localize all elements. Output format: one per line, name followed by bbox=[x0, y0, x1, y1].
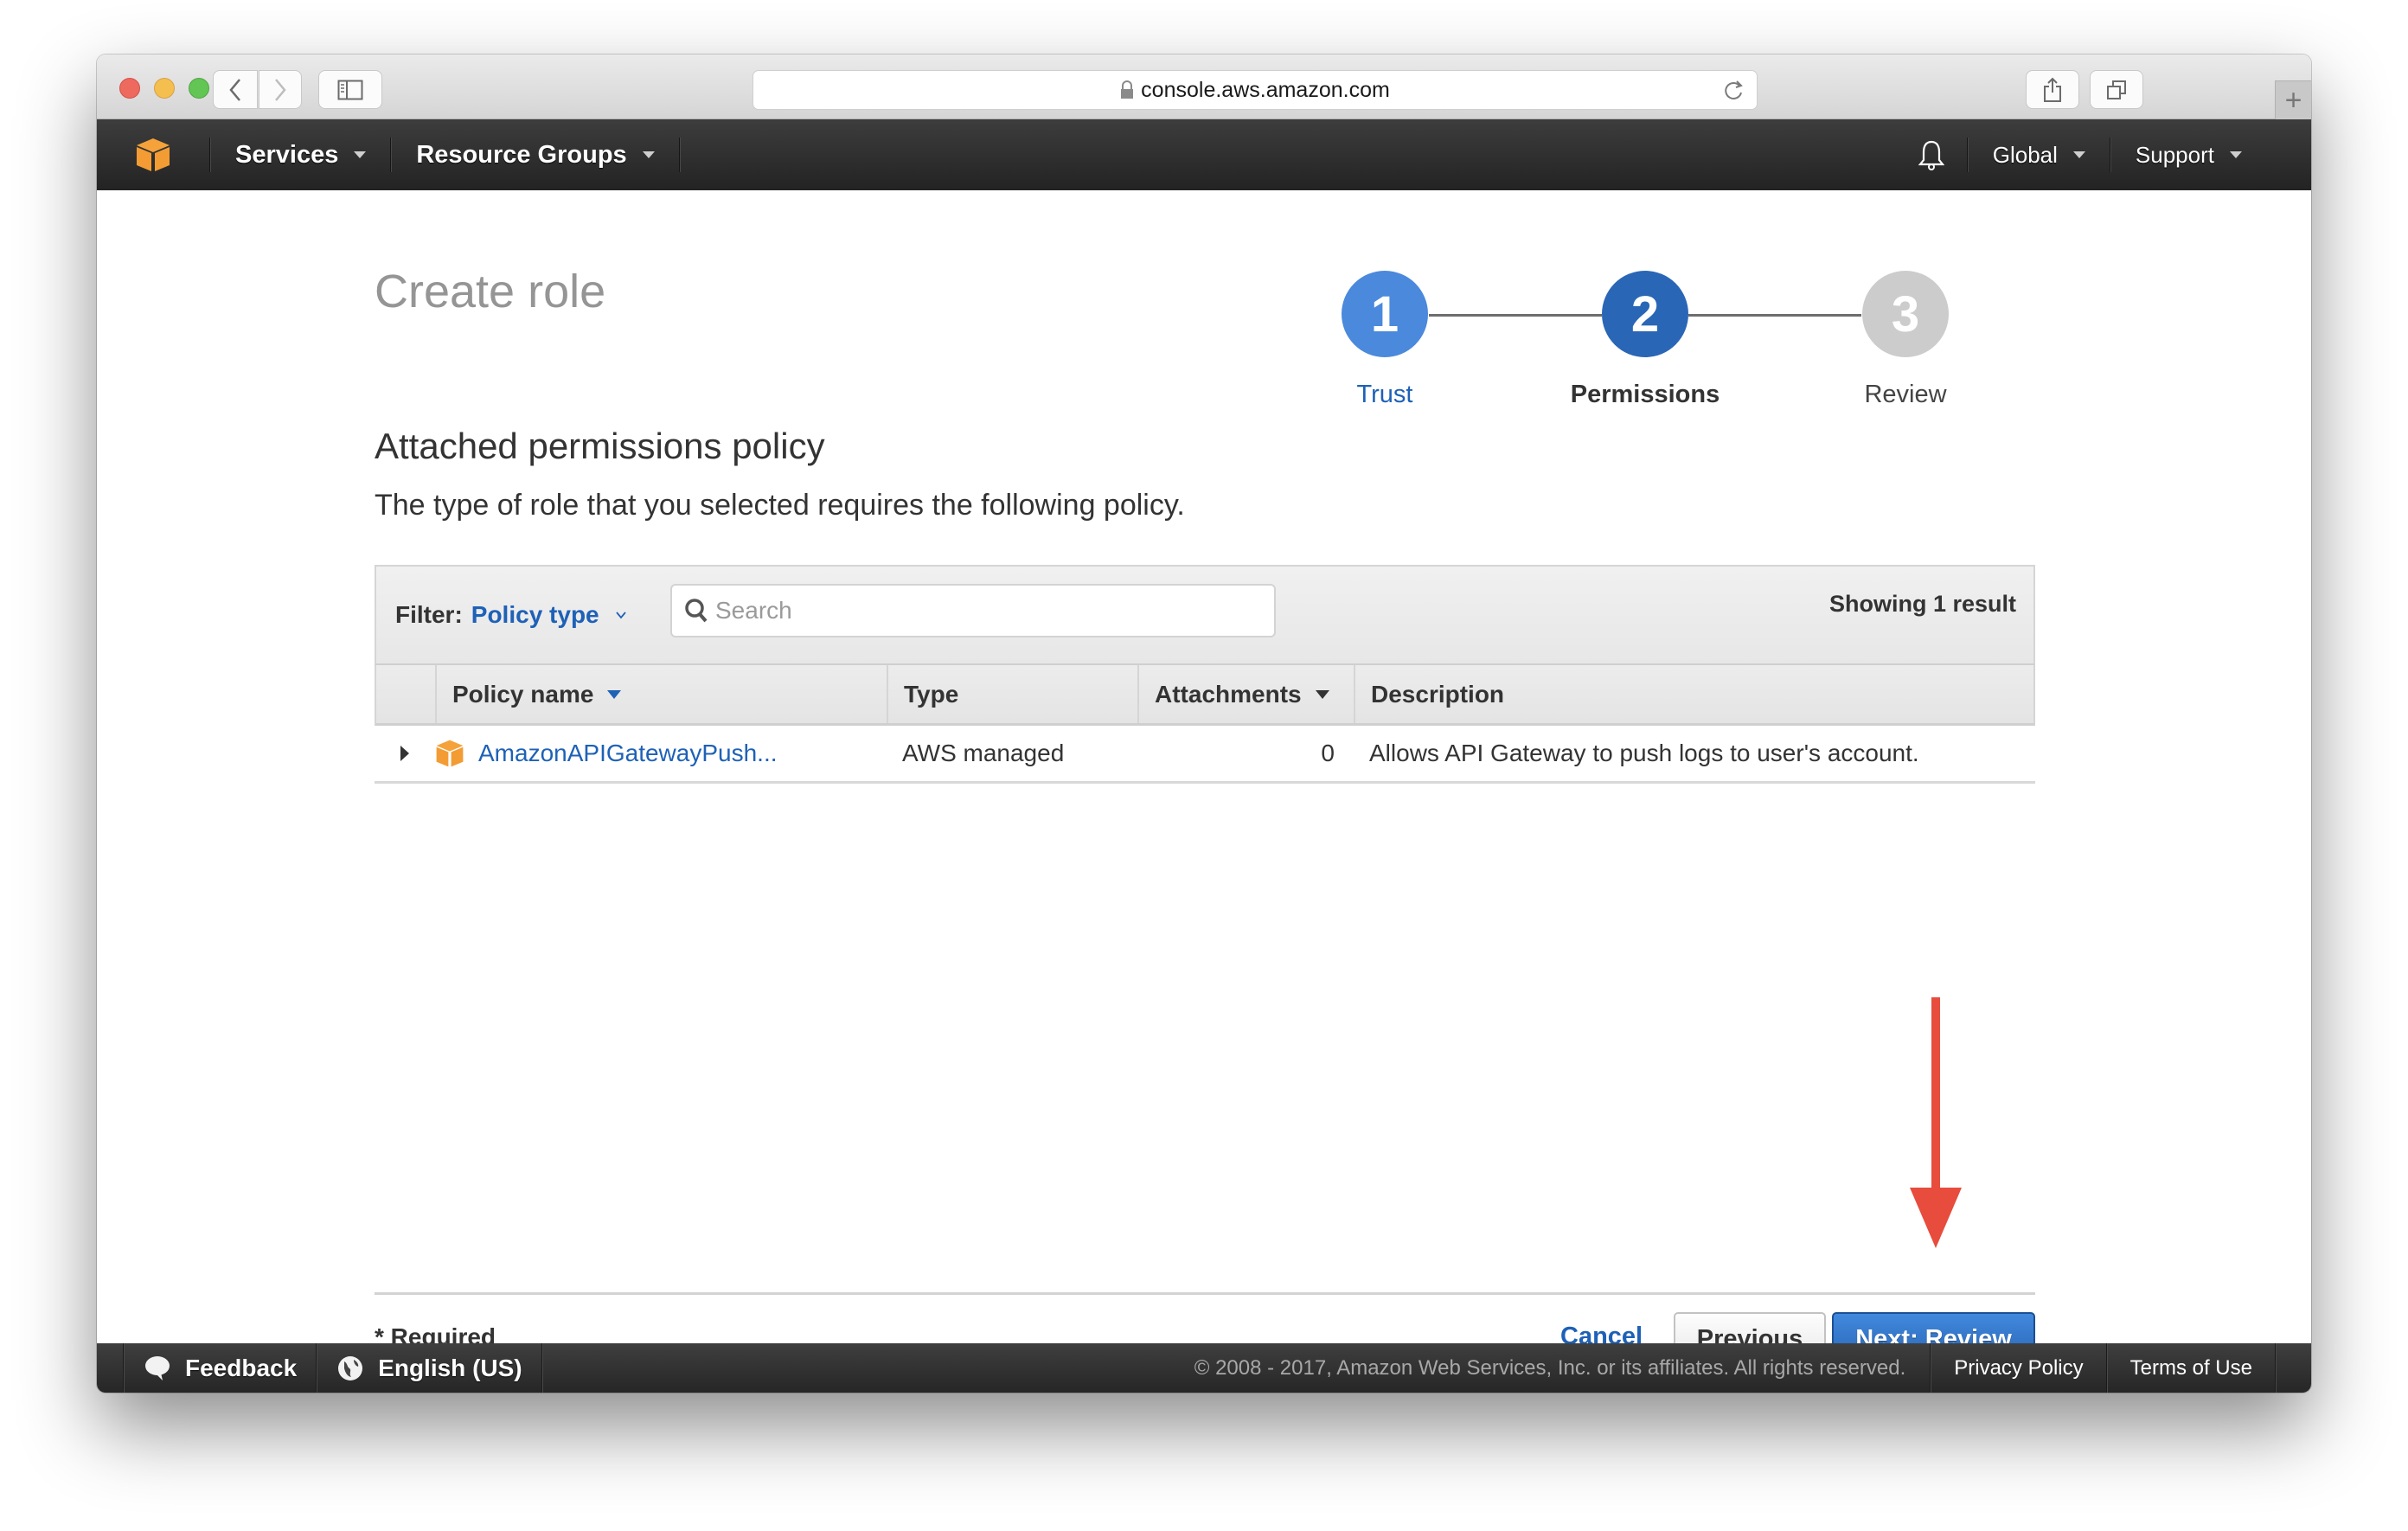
annotation-arrow-icon bbox=[1910, 997, 1962, 1248]
section-subtitle: The type of role that you selected requi… bbox=[375, 489, 1185, 522]
back-button[interactable] bbox=[213, 70, 258, 109]
search-field[interactable] bbox=[670, 584, 1276, 637]
chevron-down-icon bbox=[354, 151, 367, 158]
aws-nav-bar: Services Resource Groups Global Support bbox=[97, 119, 2311, 190]
url-text: console.aws.amazon.com bbox=[1141, 77, 1390, 102]
column-header-label: Description bbox=[1371, 680, 1505, 708]
aws-managed-policy-icon bbox=[436, 740, 464, 767]
sidebar-button[interactable] bbox=[318, 70, 382, 109]
policy-name-cell: AmazonAPIGatewayPush... bbox=[435, 726, 887, 781]
browser-toolbar: console.aws.amazon.com + bbox=[97, 54, 2311, 119]
close-window-button[interactable] bbox=[119, 78, 140, 99]
search-input[interactable] bbox=[715, 597, 1234, 625]
zoom-window-button[interactable] bbox=[189, 78, 209, 99]
step-2-circle: 2 bbox=[1602, 271, 1688, 357]
column-header-description[interactable]: Description bbox=[1355, 665, 2033, 723]
column-header-label: Policy name bbox=[452, 680, 594, 708]
column-header-label: Attachments bbox=[1155, 680, 1302, 708]
table-header-row: Policy name Type Attachments Description bbox=[375, 665, 2035, 726]
chevron-down-icon bbox=[2072, 151, 2085, 158]
step-3-number: 3 bbox=[1891, 285, 1920, 343]
services-menu[interactable]: Services bbox=[211, 119, 390, 190]
table-row: AmazonAPIGatewayPush... AWS managed 0 Al… bbox=[375, 726, 2035, 784]
chevron-left-icon bbox=[229, 78, 240, 101]
services-label: Services bbox=[235, 140, 339, 169]
search-icon bbox=[685, 599, 708, 623]
terms-of-use-link[interactable]: Terms of Use bbox=[2108, 1343, 2275, 1393]
show-tabs-button[interactable] bbox=[2090, 70, 2143, 109]
tabs-icon bbox=[2107, 80, 2126, 99]
resource-groups-menu[interactable]: Resource Groups bbox=[392, 119, 678, 190]
aws-home-link[interactable] bbox=[97, 119, 209, 190]
privacy-policy-link[interactable]: Privacy Policy bbox=[1931, 1343, 2105, 1393]
notifications-button[interactable] bbox=[1896, 119, 1967, 190]
description-cell: Allows API Gateway to push logs to user'… bbox=[1369, 740, 1919, 766]
policy-name-link[interactable]: AmazonAPIGatewayPush... bbox=[478, 740, 778, 767]
minimize-window-button[interactable] bbox=[154, 78, 175, 99]
language-label: English (US) bbox=[378, 1354, 522, 1381]
sort-icon bbox=[1315, 689, 1329, 699]
support-label: Support bbox=[2135, 141, 2214, 168]
step-3-circle: 3 bbox=[1862, 271, 1949, 357]
aws-cube-icon bbox=[137, 138, 170, 171]
policy-table: Filter: Policy type Showing 1 result Pol… bbox=[375, 565, 2035, 784]
step-connector bbox=[1688, 314, 1861, 317]
bell-icon bbox=[1918, 140, 1944, 170]
reload-icon[interactable] bbox=[1722, 79, 1745, 103]
wizard-steps: 1 2 3 Trust Permissions Review bbox=[97, 190, 2311, 408]
nav-divider bbox=[678, 138, 681, 172]
speech-bubble-icon bbox=[145, 1355, 170, 1380]
attachments-cell: 0 bbox=[1137, 726, 1354, 781]
footer-divider bbox=[541, 1343, 543, 1393]
feedback-label: Feedback bbox=[185, 1354, 298, 1381]
column-header-label: Type bbox=[904, 680, 959, 708]
sort-desc-icon bbox=[607, 689, 622, 699]
aws-footer: Feedback English (US) © 2008 - 2017, Ama… bbox=[97, 1343, 2311, 1393]
sidebar-icon bbox=[337, 80, 363, 99]
step-connector bbox=[1429, 314, 1602, 317]
region-label: Global bbox=[1992, 141, 2058, 168]
footer-divider bbox=[2275, 1343, 2277, 1393]
result-count: Showing 1 result bbox=[1828, 591, 2016, 617]
region-menu[interactable]: Global bbox=[1969, 119, 2110, 190]
share-icon bbox=[2044, 77, 2061, 102]
caret-right-icon bbox=[400, 746, 409, 761]
column-header-policy-name[interactable]: Policy name bbox=[437, 665, 888, 723]
chevron-down-icon[interactable] bbox=[615, 609, 627, 621]
policy-type-cell: AWS managed bbox=[902, 740, 1065, 766]
address-bar[interactable]: console.aws.amazon.com bbox=[752, 70, 1758, 110]
step-2-number: 2 bbox=[1630, 285, 1660, 343]
share-button[interactable] bbox=[2026, 70, 2079, 109]
support-menu[interactable]: Support bbox=[2111, 119, 2266, 190]
resource-groups-label: Resource Groups bbox=[416, 140, 627, 169]
globe-icon bbox=[338, 1355, 363, 1380]
column-header-type[interactable]: Type bbox=[888, 665, 1139, 723]
policy-type-filter-dropdown[interactable]: Policy type bbox=[471, 601, 599, 629]
step-3-label-review: Review bbox=[1864, 381, 1947, 408]
copyright-text: © 2008 - 2017, Amazon Web Services, Inc.… bbox=[1194, 1355, 1906, 1380]
chevron-down-icon bbox=[2230, 151, 2242, 158]
chevron-down-icon bbox=[642, 151, 655, 158]
attachments-count: 0 bbox=[1321, 740, 1335, 766]
form-divider bbox=[375, 1292, 2035, 1295]
step-2-label-permissions: Permissions bbox=[1570, 381, 1720, 408]
feedback-button[interactable]: Feedback bbox=[125, 1343, 316, 1393]
expand-row-toggle[interactable] bbox=[375, 726, 435, 781]
step-1-number: 1 bbox=[1370, 285, 1399, 343]
column-header-attachments[interactable]: Attachments bbox=[1139, 665, 1355, 723]
main-content: Create role 1 2 3 Trust Permissions Revi… bbox=[97, 190, 2311, 1366]
browser-window: console.aws.amazon.com + Services Resour… bbox=[97, 54, 2311, 1393]
column-header-expand bbox=[376, 665, 437, 723]
lock-icon bbox=[1121, 80, 1134, 99]
section-title: Attached permissions policy bbox=[375, 426, 825, 466]
table-filter-bar: Filter: Policy type Showing 1 result bbox=[375, 565, 2035, 665]
filter-label: Filter: bbox=[395, 601, 463, 628]
forward-button[interactable] bbox=[259, 70, 302, 109]
chevron-right-icon bbox=[275, 78, 286, 101]
step-1-label-trust[interactable]: Trust bbox=[1281, 381, 1489, 409]
language-selector[interactable]: English (US) bbox=[317, 1343, 541, 1393]
step-1-circle[interactable]: 1 bbox=[1342, 271, 1428, 357]
new-tab-button[interactable]: + bbox=[2275, 80, 2311, 119]
